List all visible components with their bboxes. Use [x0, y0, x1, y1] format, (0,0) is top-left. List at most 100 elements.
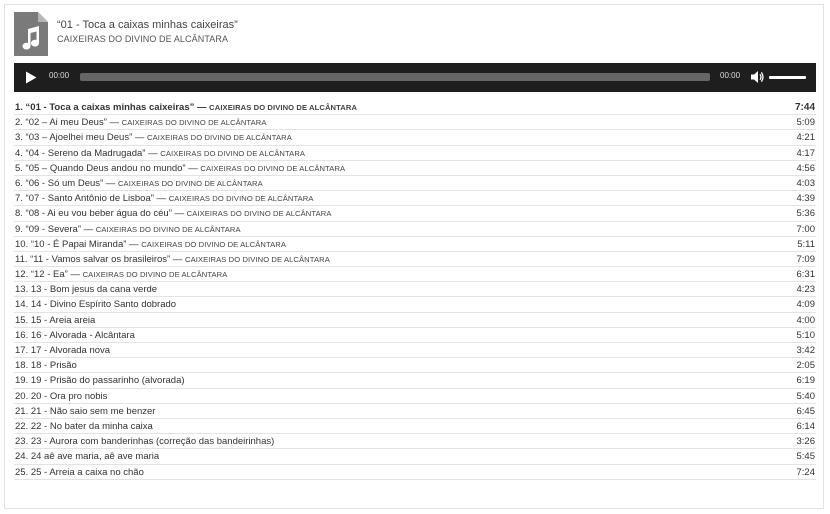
track-duration: 2:05: [796, 360, 816, 372]
track-separator: —: [132, 132, 148, 144]
track-name: 17. 17 - Alvorada nova: [15, 345, 111, 356]
track-duration: 6:19: [796, 375, 816, 387]
track-row[interactable]: 14. 14 - Divino Espírito Santo dobrado 4:…: [14, 297, 816, 313]
track-name: 9. “09 - Severa”: [15, 223, 81, 235]
track-title: 16. 16 - Alvorada - Alcântara: [15, 328, 135, 343]
track-row[interactable]: 24. 24 aê ave maria, aê ave maria 5:45: [14, 449, 816, 465]
track-title: 23. 23 - Aurora com banderinhas (correçã…: [15, 434, 274, 449]
track-list: 1. “01 - Toca a caixas minhas caixeiras”…: [14, 100, 816, 480]
track-title: 22. 22 - No bater da minha caixa: [15, 419, 153, 434]
track-name: 4. “04 - Sereno da Madrugada”: [15, 147, 146, 159]
track-name: 11. “11 - Vamos salvar os brasileiros”: [15, 253, 171, 265]
volume-icon[interactable]: [750, 70, 764, 84]
track-name: 23. 23 - Aurora com banderinhas (correçã…: [15, 436, 275, 448]
track-title: 7. “07 - Santo Antônio de Lisboa” — CAIX…: [15, 191, 314, 206]
track-row[interactable]: 20. 20 - Ora pro nobis 5:40: [14, 389, 816, 404]
track-row[interactable]: 3. “03 – Ajoelhei meu Deus” — CAIXEIRAS …: [14, 130, 816, 146]
track-row[interactable]: 12. “12 - Ea” — CAIXEIRAS DO DIVINO DE A…: [14, 267, 816, 283]
track-row[interactable]: 2. “02 – Ai meu Deus” — CAIXEIRAS DO DIV…: [14, 115, 816, 131]
track-duration: 5:40: [796, 390, 816, 402]
track-row[interactable]: 17. 17 - Alvorada nova 3:42: [14, 343, 816, 359]
play-icon[interactable]: [25, 71, 37, 84]
track-duration: 6:31: [796, 269, 816, 281]
track-row[interactable]: 23. 23 - Aurora com banderinhas (correçã…: [14, 434, 816, 450]
track-duration: 7:00: [796, 223, 816, 235]
track-separator: —: [171, 208, 187, 220]
audio-player-controls: 00:00 00:00: [14, 63, 816, 92]
track-artist: CAIXEIRAS DO DIVINO DE ALCÂNTARA: [82, 270, 228, 280]
track-title: 18. 18 - Prisão: [15, 358, 77, 373]
track-row[interactable]: 16. 16 - Alvorada - Alcântara 5:10: [14, 328, 816, 343]
track-name: 2. “02 – Ai meu Deus”: [15, 117, 107, 129]
track-name: 13. 13 - Bom jesus da cana verde: [15, 284, 158, 296]
track-name: 6. “06 - Só um Deus”: [15, 177, 104, 189]
track-name: 20. 20 - Ora pro nobis: [15, 390, 108, 402]
track-row[interactable]: 7. “07 - Santo Antônio de Lisboa” — CAIX…: [14, 191, 816, 207]
track-duration: 6:45: [796, 405, 816, 417]
now-playing-header: “01 - Toca a caixas minhas caixeiras” CA…: [14, 11, 804, 61]
track-row[interactable]: 18. 18 - Prisão 2:05: [14, 358, 816, 374]
track-name: 7. “07 - Santo Antônio de Lisboa”: [15, 193, 154, 205]
track-row[interactable]: 10. “10 - É Papai Miranda” — CAIXEIRAS D…: [14, 237, 816, 252]
track-title: 1. “01 - Toca a caixas minhas caixeiras”…: [15, 100, 357, 115]
track-row[interactable]: 19. 19 - Prisão do passarinho (alvorada)…: [14, 373, 816, 389]
track-title: 19. 19 - Prisão do passarinho (alvorada): [15, 373, 185, 388]
track-artist: CAIXEIRAS DO DIVINO DE ALCÂNTARA: [186, 209, 332, 219]
track-name: 21. 21 - Não saio sem me benzer: [15, 405, 156, 417]
track-title: 9. “09 - Severa” — CAIXEIRAS DO DIVINO D…: [15, 222, 241, 237]
track-name: 14. 14 - Divino Espírito Santo dobrado: [15, 299, 177, 311]
track-row[interactable]: 8. “08 - Ai eu vou beber água do céu” — …: [14, 206, 816, 222]
track-title: 11. “11 - Vamos salvar os brasileiros” —…: [15, 252, 330, 267]
track-duration: 5:10: [796, 329, 816, 341]
track-name: 10. “10 - É Papai Miranda”: [15, 238, 127, 250]
track-artist: CAIXEIRAS DO DIVINO DE ALCÂNTARA: [209, 103, 358, 112]
track-duration: 4:56: [796, 162, 816, 174]
track-title: 14. 14 - Divino Espírito Santo dobrado: [15, 297, 176, 312]
progress-bar[interactable]: [80, 73, 710, 81]
track-duration: 4:03: [796, 177, 816, 189]
track-separator: —: [67, 269, 83, 281]
track-name: 16. 16 - Alvorada - Alcântara: [15, 329, 135, 341]
track-title: 12. “12 - Ea” — CAIXEIRAS DO DIVINO DE A…: [15, 267, 227, 282]
track-name: 15. 15 - Areia areia: [15, 314, 96, 326]
track-duration: 4:17: [796, 147, 816, 159]
track-row[interactable]: 4. “04 - Sereno da Madrugada” — CAIXEIRA…: [14, 146, 816, 161]
now-playing-artist: CAIXEIRAS DO DIVINO DE ALCÂNTARA: [57, 34, 229, 44]
track-separator: —: [170, 253, 186, 265]
track-row[interactable]: 5. “05 – Quando Deus andou no mundo” — C…: [14, 161, 816, 176]
track-row[interactable]: 25. 25 - Arreia a caixa no chão 7:24: [14, 465, 816, 480]
track-artist: CAIXEIRAS DO DIVINO DE ALCÂNTARA: [95, 224, 241, 234]
track-title: 2. “02 – Ai meu Deus” — CAIXEIRAS DO DIV…: [15, 115, 267, 130]
track-artist: CAIXEIRAS DO DIVINO DE ALCÂNTARA: [200, 163, 346, 173]
track-name: 8. “08 - Ai eu vou beber água do céu”: [15, 208, 172, 220]
track-row[interactable]: 6. “06 - Só um Deus” — CAIXEIRAS DO DIVI…: [14, 176, 816, 192]
track-duration: 4:39: [796, 193, 816, 205]
volume-slider[interactable]: [769, 76, 806, 79]
duration-time: 00:00: [720, 71, 741, 80]
track-name: 25. 25 - Arreia a caixa no chão: [15, 466, 144, 478]
track-name: 22. 22 - No bater da minha caixa: [15, 420, 153, 432]
track-separator: —: [185, 162, 201, 174]
track-artist: CAIXEIRAS DO DIVINO DE ALCÂNTARA: [168, 194, 314, 204]
track-name: 19. 19 - Prisão do passarinho (alvorada): [15, 375, 185, 387]
track-row[interactable]: 1. “01 - Toca a caixas minhas caixeiras”…: [14, 100, 816, 116]
track-separator: —: [126, 238, 142, 250]
track-name: 5. “05 – Quando Deus andou no mundo”: [15, 162, 186, 174]
track-artist: CAIXEIRAS DO DIVINO DE ALCÂNTARA: [141, 239, 287, 249]
track-separator: —: [103, 177, 118, 189]
track-name: 3. “03 – Ajoelhei meu Deus”: [15, 132, 133, 144]
track-title: 24. 24 aê ave maria, aê ave maria: [15, 449, 159, 464]
track-title: 5. “05 – Quando Deus andou no mundo” — C…: [15, 161, 345, 176]
track-separator: —: [81, 223, 96, 235]
track-artist: CAIXEIRAS DO DIVINO DE ALCÂNTARA: [160, 148, 306, 158]
track-row[interactable]: 13. 13 - Bom jesus da cana verde 4:23: [14, 282, 816, 298]
track-duration: 5:45: [796, 451, 816, 463]
track-row[interactable]: 22. 22 - No bater da minha caixa 6:14: [14, 419, 816, 435]
track-title: 8. “08 - Ai eu vou beber água do céu” — …: [15, 206, 331, 221]
track-artist: CAIXEIRAS DO DIVINO DE ALCÂNTARA: [147, 133, 292, 143]
track-duration: 7:09: [796, 253, 816, 265]
track-row[interactable]: 11. “11 - Vamos salvar os brasileiros” —…: [14, 252, 816, 268]
track-row[interactable]: 21. 21 - Não saio sem me benzer 6:45: [14, 404, 816, 419]
track-row[interactable]: 9. “09 - Severa” — CAIXEIRAS DO DIVINO D…: [14, 222, 816, 237]
track-row[interactable]: 15. 15 - Areia areia 4:00: [14, 313, 816, 328]
